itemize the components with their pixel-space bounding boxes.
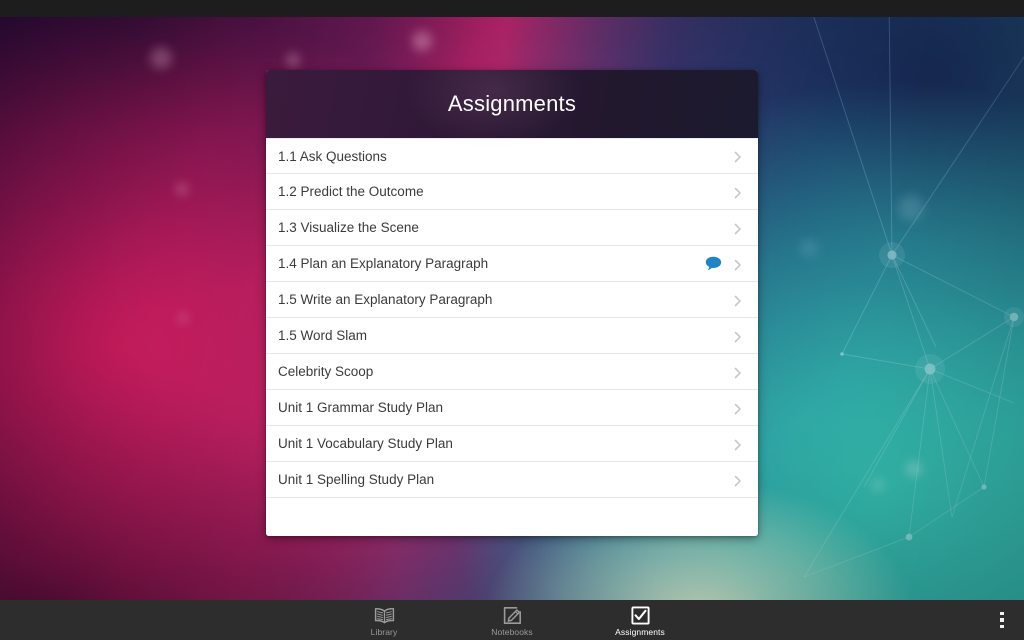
chevron-right-icon: [732, 438, 744, 450]
nav-tab-label: Assignments: [615, 626, 665, 637]
assignment-row[interactable]: 1.4 Plan an Explanatory Paragraph: [266, 246, 758, 282]
nav-tab-label: Library: [370, 626, 398, 637]
assignment-row[interactable]: 1.5 Word Slam: [266, 318, 758, 354]
nav-tab-group: Library Notebooks Assignments: [346, 604, 678, 637]
chevron-right-icon: [732, 294, 744, 306]
open-book-icon: [374, 606, 395, 626]
assignment-row[interactable]: 1.2 Predict the Outcome: [266, 174, 758, 210]
assignment-row[interactable]: Unit 1 Grammar Study Plan: [266, 390, 758, 426]
checkbox-check-icon: [630, 606, 650, 626]
chevron-right-icon: [732, 150, 744, 163]
more-vert-icon[interactable]: [989, 604, 1015, 636]
assignments-card: Assignments 1.1 Ask Questions 1.2 Predict…: [266, 70, 758, 536]
assignment-row-label: 1.4 Plan an Explanatory Paragraph: [278, 256, 489, 271]
app-screen: Assignments 1.1 Ask Questions 1.2 Predict…: [0, 0, 1024, 640]
page-title: Assignments: [447, 91, 577, 116]
nav-tab-notebooks[interactable]: Notebooks: [474, 604, 550, 637]
bottom-navigation-bar: Library Notebooks Assignments: [0, 600, 1024, 640]
assignment-list: 1.1 Ask Questions 1.2 Predict the Outcome…: [266, 138, 758, 536]
system-status-bar: [0, 0, 1024, 17]
assignment-row-label: 1.3 Visualize the Scene: [278, 220, 419, 235]
assignment-row[interactable]: Celebrity Scoop: [266, 354, 758, 390]
assignment-row-label: 1.1 Ask Questions: [278, 148, 387, 164]
nav-tab-library[interactable]: Library: [346, 604, 422, 637]
chevron-right-icon: [732, 366, 744, 378]
pencil-square-icon: [503, 606, 522, 626]
nav-tab-assignments[interactable]: Assignments: [602, 604, 678, 637]
chevron-right-icon: [732, 330, 744, 342]
assignment-row-label: 1.5 Word Slam: [278, 328, 368, 343]
assignment-row-label: 1.2 Predict the Outcome: [278, 184, 424, 199]
assignment-row-label: Unit 1 Grammar Study Plan: [278, 400, 444, 415]
assignment-row-label: Unit 1 Spelling Study Plan: [278, 472, 435, 487]
assignment-row-label: 1.5 Write an Explanatory Paragraph: [278, 292, 493, 307]
chevron-right-icon: [732, 258, 744, 270]
chevron-right-icon: [732, 222, 744, 234]
chevron-right-icon: [732, 186, 744, 198]
assignment-row[interactable]: Unit 1 Vocabulary Study Plan: [266, 426, 758, 462]
chevron-right-icon: [732, 474, 744, 486]
nav-tab-label: Notebooks: [491, 626, 533, 637]
comment-bubble-icon[interactable]: [705, 256, 722, 271]
assignment-row-label: Celebrity Scoop: [278, 364, 374, 379]
assignment-row-label: Unit 1 Vocabulary Study Plan: [278, 436, 453, 451]
assignment-row[interactable]: 1.5 Write an Explanatory Paragraph: [266, 282, 758, 318]
chevron-right-icon: [732, 402, 744, 414]
assignment-row[interactable]: Unit 1 Spelling Study Plan: [266, 462, 758, 498]
assignment-row[interactable]: 1.3 Visualize the Scene: [266, 210, 758, 246]
card-header: Assignments: [266, 70, 758, 150]
